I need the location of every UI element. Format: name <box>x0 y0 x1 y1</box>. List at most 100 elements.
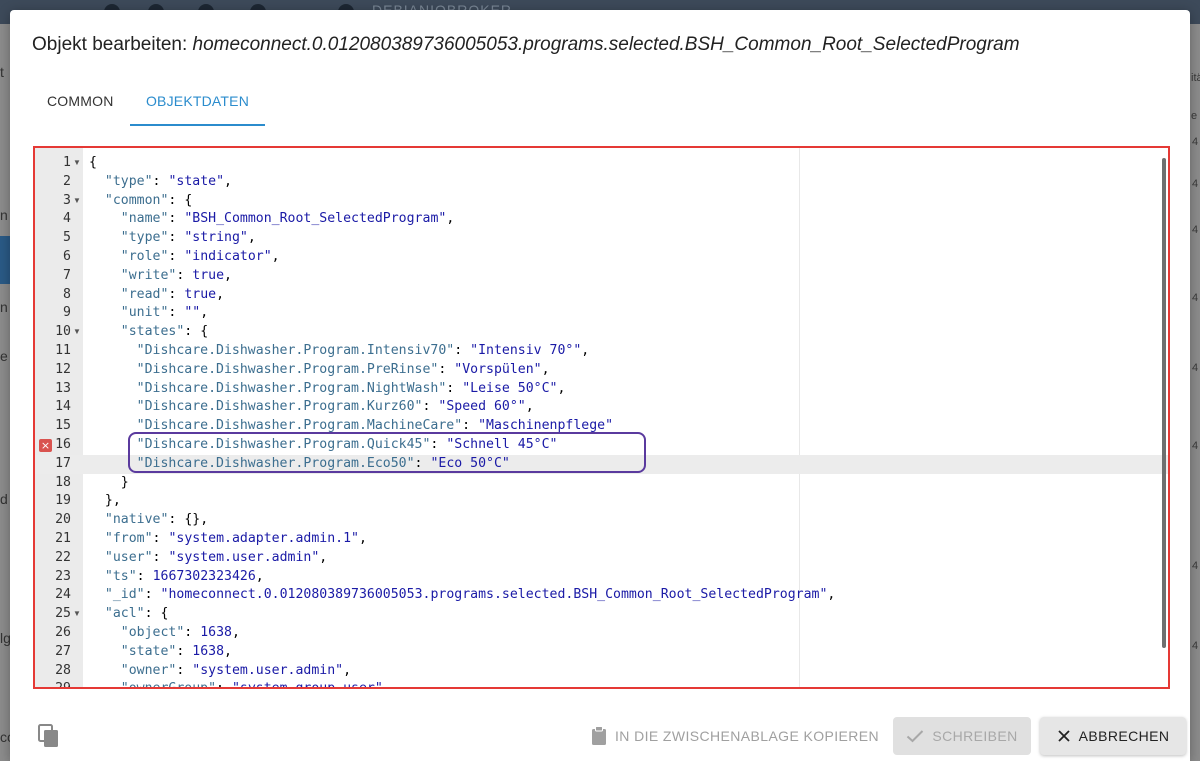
line-number: 21 <box>55 531 71 546</box>
line-number: 1 <box>63 155 71 170</box>
cancel-button[interactable]: ABBRECHEN <box>1040 717 1186 755</box>
background-selection-strip <box>0 236 10 284</box>
editor-line[interactable]: 21 "from": "system.adapter.admin.1", <box>35 530 1168 549</box>
copy-to-clipboard-button[interactable]: IN DIE ZWISCHENABLAGE KOPIEREN <box>587 717 889 755</box>
clipboard-icon <box>592 726 606 745</box>
write-button-label: SCHREIBEN <box>932 728 1018 744</box>
editor-line[interactable]: 2 "type": "state", <box>35 173 1168 192</box>
editor-line[interactable]: 20 "native": {}, <box>35 511 1168 530</box>
background-letter: n <box>0 299 8 315</box>
editor-line[interactable]: 11 "Dishcare.Dishwasher.Program.Intensiv… <box>35 342 1168 361</box>
line-number: 6 <box>63 249 71 264</box>
editor-line[interactable]: 28 "owner": "system.user.admin", <box>35 662 1168 681</box>
line-number: 24 <box>55 587 71 603</box>
editor-line[interactable]: 26 "object": 1638, <box>35 624 1168 643</box>
background-letter: 4 <box>1192 640 1199 652</box>
editor-line[interactable]: 4 "name": "BSH_Common_Root_SelectedProgr… <box>35 210 1168 229</box>
code-text: "read": true, <box>120 286 225 302</box>
editor-line[interactable]: 22 "user": "system.user.admin", <box>35 549 1168 568</box>
copy-icon[interactable] <box>38 724 60 748</box>
line-number: 18 <box>55 474 71 490</box>
tab-objektdaten[interactable]: OBJEKTDATEN <box>130 82 265 126</box>
fold-arrow-icon[interactable]: ▼ <box>73 323 81 342</box>
line-number: 25 <box>55 606 71 622</box>
background-letter: d <box>0 491 8 507</box>
editor-line[interactable]: 19 }, <box>35 492 1168 511</box>
code-text: "Dishcare.Dishwasher.Program.NightWash":… <box>136 380 566 396</box>
line-number: 26 <box>55 625 71 640</box>
code-text: "name": "BSH_Common_Root_SelectedProgram… <box>120 211 455 227</box>
error-marker-icon[interactable]: × <box>39 439 52 452</box>
background-letter: 4 <box>1192 440 1199 452</box>
editor-line[interactable]: 13 "Dishcare.Dishwasher.Program.NightWas… <box>35 380 1168 399</box>
code-text: "unit": "", <box>120 305 209 321</box>
fold-arrow-icon[interactable]: ▼ <box>73 605 81 624</box>
code-text: "type": "state", <box>104 173 232 189</box>
line-number: 15 <box>55 418 71 434</box>
line-number: 13 <box>55 380 71 396</box>
editor-line[interactable]: 25 ▼ "acl": { <box>35 605 1168 624</box>
background-letter: n <box>0 207 8 223</box>
background-letter: itä <box>1191 72 1200 84</box>
line-number: 7 <box>63 267 71 283</box>
line-number: 8 <box>63 286 71 302</box>
editor-line[interactable]: 10 ▼ "states": { <box>35 323 1168 342</box>
code-text: "user": "system.user.admin", <box>104 549 328 565</box>
editor-line[interactable]: 18 } <box>35 474 1168 493</box>
code-text: { <box>89 155 97 170</box>
code-text: }, <box>89 493 121 509</box>
cancel-button-label: ABBRECHEN <box>1078 728 1170 744</box>
line-number: 11 <box>55 343 71 358</box>
background-letter: 4 <box>1192 136 1199 148</box>
code-text: "ts": 1667302323426, <box>104 568 264 584</box>
line-number: 9 <box>63 305 71 321</box>
code-text: "ownerGroup": "system.group.user" <box>120 681 383 689</box>
background-letter: 4 <box>1192 178 1199 190</box>
dialog-title: Objekt bearbeiten: homeconnect.0.0120803… <box>32 34 1020 56</box>
editor-line[interactable]: 23 "ts": 1667302323426, <box>35 568 1168 587</box>
active-tab-indicator <box>130 124 265 126</box>
code-text: "Dishcare.Dishwasher.Program.Intensiv70"… <box>136 343 590 358</box>
line-number: 27 <box>55 643 71 659</box>
line-number: 28 <box>55 662 71 678</box>
editor-line[interactable]: 9 "unit": "", <box>35 304 1168 323</box>
editor-line[interactable]: 27 "state": 1638, <box>35 643 1168 662</box>
editor-line[interactable]: 24 "_id": "homeconnect.0.012080389736005… <box>35 586 1168 605</box>
code-text: "acl": { <box>104 606 169 622</box>
editor-line[interactable]: 29 "ownerGroup": "system.group.user" <box>35 680 1168 689</box>
code-text: "from": "system.adapter.admin.1", <box>104 531 367 546</box>
editor-line[interactable]: 1 ▼ { <box>35 154 1168 173</box>
editor-line[interactable]: 14 "Dishcare.Dishwasher.Program.Kurz60":… <box>35 398 1168 417</box>
line-number: 20 <box>55 512 71 528</box>
code-text: } <box>89 474 129 490</box>
line-number: 29 <box>55 681 71 689</box>
fold-arrow-icon[interactable]: ▼ <box>73 192 81 211</box>
background-letter: e <box>0 348 8 364</box>
line-number: 12 <box>55 361 71 377</box>
background-letter: 4 <box>1192 292 1199 304</box>
editor-line[interactable]: 8 "read": true, <box>35 286 1168 305</box>
code-text: "Dishcare.Dishwasher.Program.PreRinse": … <box>136 361 550 377</box>
editor-line[interactable]: 7 "write": true, <box>35 267 1168 286</box>
line-number: 22 <box>55 549 71 565</box>
check-icon <box>907 730 924 743</box>
line-number: 10 <box>55 324 71 340</box>
fold-arrow-icon[interactable]: ▼ <box>73 154 81 173</box>
write-button[interactable]: SCHREIBEN <box>893 717 1031 755</box>
dialog-title-object-id: homeconnect.0.012080389736005053.program… <box>192 34 1020 55</box>
line-number: 2 <box>63 173 71 189</box>
tab-common[interactable]: COMMON <box>32 82 130 126</box>
editor-line[interactable]: 3 ▼ "common": { <box>35 192 1168 211</box>
editor-line[interactable]: 5 "type": "string", <box>35 229 1168 248</box>
background-left-panel: t n n e d lg cc <box>0 24 14 761</box>
copy-to-clipboard-label: IN DIE ZWISCHENABLAGE KOPIEREN <box>615 728 880 744</box>
dialog-title-prefix: Objekt bearbeiten: <box>32 34 193 55</box>
close-icon <box>1057 730 1070 742</box>
json-code-editor[interactable]: 1 ▼{2 "type": "state", 3 ▼ "common": {4 "na… <box>33 146 1170 689</box>
editor-scrollbar[interactable] <box>1162 158 1166 648</box>
editor-line[interactable]: 12 "Dishcare.Dishwasher.Program.PreRinse… <box>35 361 1168 380</box>
line-number: 19 <box>55 493 71 509</box>
background-letter: t <box>0 64 4 80</box>
editor-line[interactable]: 6 "role": "indicator", <box>35 248 1168 267</box>
code-text: "owner": "system.user.admin", <box>120 662 352 678</box>
